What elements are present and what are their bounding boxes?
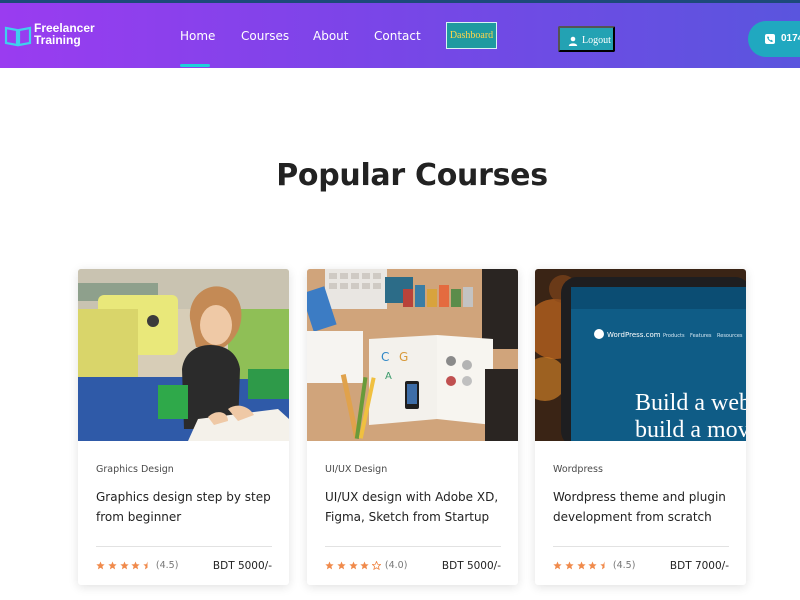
svg-text:A: A [385, 371, 392, 382]
phone-number: 0174 [781, 33, 800, 44]
design-desk-photo: C G A [307, 269, 518, 441]
star-full-icon [131, 561, 140, 570]
wp-headline-2: build a mov [635, 417, 746, 441]
nav-home[interactable]: Home [180, 29, 215, 43]
course-image-graphics[interactable] [78, 269, 289, 441]
card-divider [96, 546, 272, 547]
logo-text: Freelancer Training [34, 22, 95, 46]
course-category: Graphics Design [96, 464, 174, 475]
course-category: UI/UX Design [325, 464, 388, 475]
rating-value: (4.5) [155, 560, 179, 571]
site-logo[interactable]: Freelancer Training [4, 22, 104, 52]
wp-menu-resources: Resources [717, 333, 743, 339]
course-card-wordpress[interactable]: WordPress.com Products Features Resource… [535, 269, 746, 585]
wp-brand-text: WordPress.com [607, 331, 661, 339]
star-full-icon [553, 561, 562, 570]
star-full-icon [588, 561, 597, 570]
rating-stars: (4.5) [96, 560, 178, 572]
section-title: Popular Courses [276, 158, 548, 193]
open-book-icon [4, 26, 32, 47]
wp-menu-products: Products [663, 333, 685, 339]
star-empty-icon [372, 561, 382, 570]
nav-courses[interactable]: Courses [241, 29, 289, 43]
rating-value: (4.0) [384, 560, 408, 571]
star-full-icon [565, 561, 574, 570]
card-divider [325, 546, 501, 547]
course-image-wordpress[interactable]: WordPress.com Products Features Resource… [535, 269, 746, 441]
rating-stars: (4.5) [553, 560, 635, 572]
star-full-icon [96, 561, 105, 570]
star-full-icon [360, 561, 369, 570]
course-card-graphics[interactable]: Graphics Design Graphics design step by … [78, 269, 289, 585]
logo-line-2: Training [34, 33, 81, 47]
course-price: BDT 5000/- [212, 560, 272, 572]
star-full-icon [576, 561, 586, 570]
course-title[interactable]: UI/UX design with Adobe XD, Figma, Sketc… [325, 487, 505, 527]
course-title[interactable]: Graphics design step by step from beginn… [96, 487, 276, 527]
phone-contact-button[interactable]: 0174 [748, 21, 800, 57]
svg-text:C: C [381, 350, 389, 364]
wordpress-laptop-photo: WordPress.com Products Features Resource… [535, 269, 746, 441]
user-icon [568, 36, 578, 46]
wp-menu-features: Features [690, 333, 712, 339]
site-header: Freelancer Training Home Courses About C… [0, 3, 800, 68]
card-divider [553, 546, 729, 547]
course-title[interactable]: Wordpress theme and plugin development f… [553, 487, 733, 527]
rating-value: (4.5) [612, 560, 636, 571]
star-full-icon [108, 561, 117, 570]
star-full-icon [348, 561, 358, 570]
wp-headline-1: Build a webs [635, 390, 746, 416]
nav-contact[interactable]: Contact [374, 29, 421, 43]
star-half-icon [600, 561, 605, 570]
course-card-uiux[interactable]: C G A UI/UX Design UI/UX design with Ado… [307, 269, 518, 585]
course-price: BDT 7000/- [669, 560, 729, 572]
star-full-icon [337, 561, 346, 570]
svg-text:G: G [399, 350, 408, 364]
star-full-icon [325, 561, 334, 570]
rating-stars: (4.0) [325, 560, 407, 572]
course-price: BDT 5000/- [441, 560, 501, 572]
course-image-uiux[interactable]: C G A [307, 269, 518, 441]
logout-label: Logout [582, 35, 611, 46]
star-half-icon [143, 561, 148, 570]
course-category: Wordpress [553, 464, 603, 475]
phone-icon [765, 34, 775, 44]
logout-button[interactable]: Logout [558, 26, 615, 52]
dashboard-button[interactable]: Dashboard [446, 22, 497, 49]
nav-about[interactable]: About [313, 29, 348, 43]
nav-active-indicator [180, 64, 210, 67]
star-full-icon [119, 561, 129, 570]
child-drawing-photo [78, 269, 289, 441]
